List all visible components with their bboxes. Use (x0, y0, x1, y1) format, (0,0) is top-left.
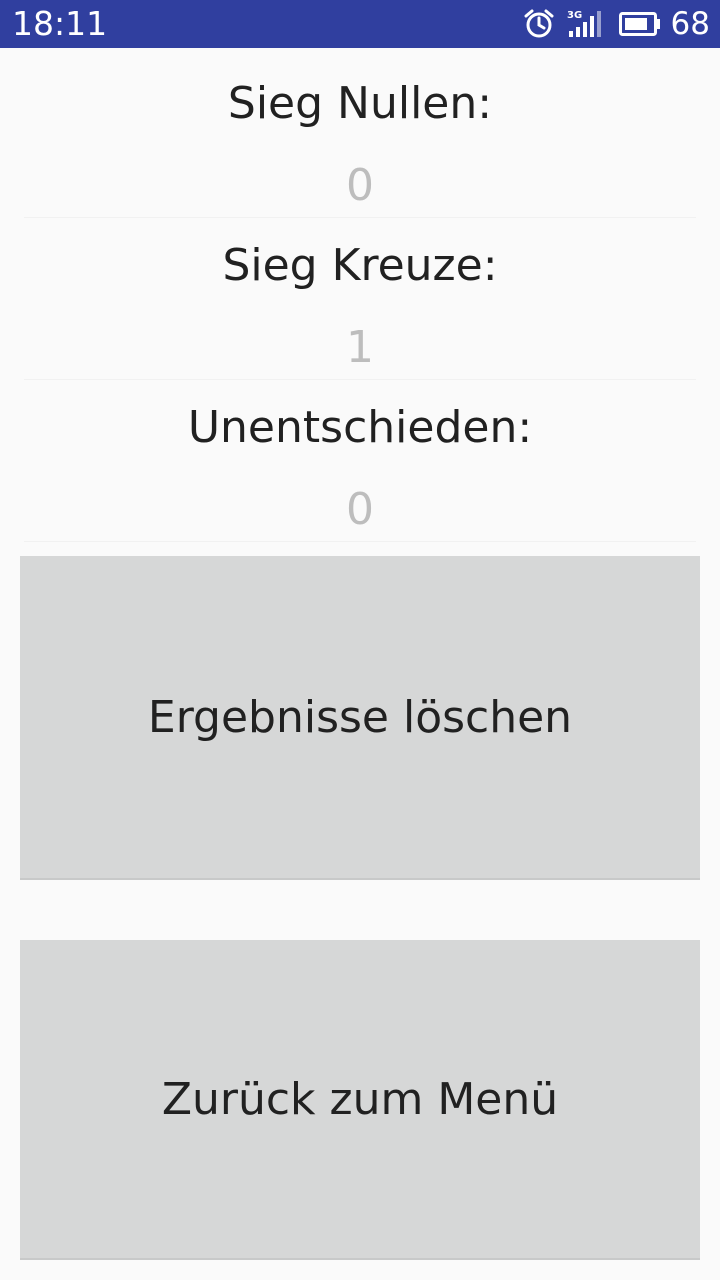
status-icons: 3G 68 (523, 6, 710, 42)
sieg-nullen-label: Sieg Nullen: (227, 78, 493, 129)
unentschieden-value: 0 (346, 484, 374, 535)
sieg-kreuze-divider (24, 379, 696, 380)
unentschieden-label: Unentschieden: (187, 402, 533, 453)
status-time: 18:11 (12, 4, 108, 43)
network-type-label: 3G (567, 10, 582, 21)
status-bar: 18:11 3G 68 (0, 0, 720, 48)
sieg-nullen-divider (24, 217, 696, 218)
sieg-kreuze-value: 1 (346, 322, 374, 373)
clear-results-button[interactable]: Ergebnisse löschen (20, 556, 700, 880)
back-to-menu-button[interactable]: Zurück zum Menü (20, 940, 700, 1260)
alarm-clock-icon (523, 8, 555, 40)
cellular-signal-icon: 3G (567, 9, 605, 39)
unentschieden-divider (24, 541, 696, 542)
sieg-nullen-value: 0 (346, 160, 374, 211)
battery-level: 68 (670, 6, 710, 42)
sieg-kreuze-label: Sieg Kreuze: (222, 240, 498, 291)
battery-icon (618, 12, 661, 36)
